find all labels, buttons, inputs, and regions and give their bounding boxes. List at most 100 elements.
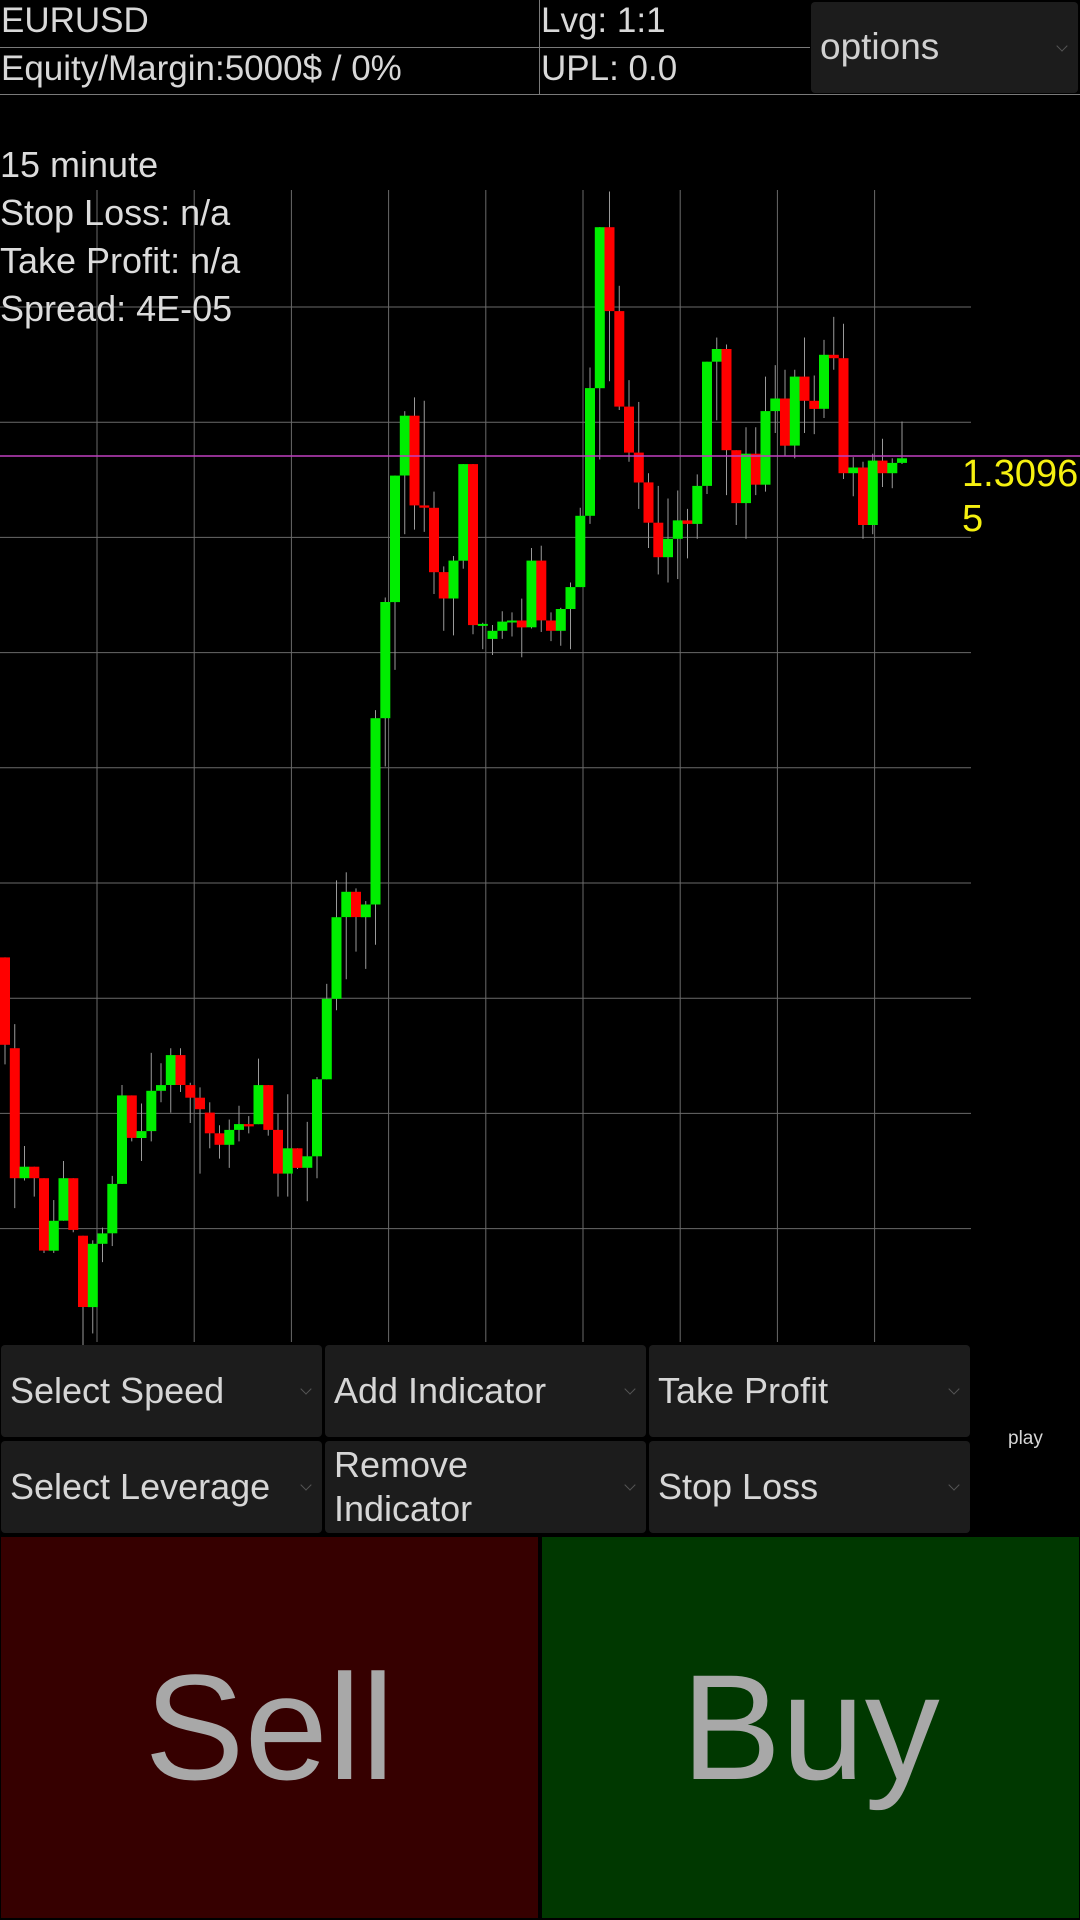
candle-bullish [97,1233,108,1244]
sell-button[interactable]: Sell [1,1537,538,1918]
candle-bullish [760,411,771,485]
candle-bearish [214,1133,225,1145]
timeframe-label: 15 minute [0,144,159,185]
candle-bearish [643,482,654,523]
candle-bullish [48,1220,59,1251]
candle-bullish [390,475,400,603]
candle-bullish [507,620,517,623]
candle-bearish [858,467,868,525]
candle-bearish [721,349,732,451]
stop-loss-info: Stop Loss: n/a [0,192,231,233]
candle-bullish [672,520,683,539]
chevron-down-icon [300,1479,312,1491]
candle-bullish [565,587,576,609]
candle-bullish [234,1124,244,1130]
candle-bearish [828,354,839,359]
candle-bullish [594,227,605,389]
chevron-down-icon [948,1383,960,1395]
take-profit-info: Take Profit: n/a [0,240,241,281]
candle-bullish [789,376,800,446]
candle-bullish [555,609,566,631]
candle-bullish [331,917,342,999]
candle-bullish [136,1131,147,1138]
candle-bullish [711,349,722,362]
candle-bullish [302,1156,313,1168]
current-price-label: 1.30965 [962,453,1079,540]
candle-bearish [731,450,742,504]
candle-bullish [107,1183,118,1234]
candle-bearish [9,1048,20,1179]
select-leverage-label: Select Leverage [10,1466,271,1507]
stop-loss-dropdown[interactable]: Stop Loss [649,1441,970,1533]
candle-bullish [575,515,586,588]
candle-bullish [58,1178,69,1221]
candle-bearish [536,560,547,621]
candle-bearish [68,1178,79,1230]
candle-bullish [19,1166,30,1179]
select-leverage-dropdown[interactable]: Select Leverage [1,1441,322,1533]
candle-bullish [399,415,410,476]
candle-bearish [419,505,430,508]
buy-button[interactable]: Buy [542,1537,1079,1918]
candle-bearish [185,1085,196,1098]
candle-bearish [468,464,478,626]
candle-bearish [292,1148,303,1168]
candle-bearish [604,227,615,312]
chevron-down-icon [624,1479,636,1491]
candle-bearish [39,1178,49,1251]
candle-bullish [458,464,469,561]
candle-bearish [614,311,625,407]
candle-bullish [282,1148,293,1174]
candle-bearish [516,620,527,628]
remove-indicator-label: Remove Indicator [334,1444,473,1529]
candle-bullish [887,462,898,474]
candle-bullish [702,361,712,486]
remove-indicator-dropdown[interactable]: Remove Indicator [325,1441,646,1533]
candle-bearish [546,620,556,631]
candle-bullish [117,1095,127,1184]
candle-bearish [243,1124,254,1127]
play-button[interactable]: play [1008,1428,1043,1450]
candle-bearish [438,572,449,599]
candle-bearish [799,376,810,401]
candle-bullish [360,904,371,918]
candle-bullish [819,354,829,409]
candle-bearish [175,1055,186,1085]
candle-bullish [487,630,498,639]
candle-bearish [78,1235,88,1307]
candle-bearish [195,1097,205,1110]
spread-info: Spread: 4E-05 [0,288,233,329]
candle-bullish [477,623,488,626]
stop-loss-label: Stop Loss [658,1466,819,1507]
candle-bearish [429,507,439,573]
candle-bullish [526,560,537,628]
candle-bullish [448,560,459,599]
candle-bearish [877,460,888,474]
candle-bullish [770,398,781,412]
candle-bearish [624,406,634,453]
chevron-down-icon [948,1479,960,1491]
add-indicator-dropdown[interactable]: Add Indicator [325,1345,646,1437]
take-profit-dropdown[interactable]: Take Profit [649,1345,970,1437]
candle-bullish [321,998,332,1080]
candle-bearish [273,1129,283,1174]
candle-bullish [692,485,703,524]
candle-bearish [780,398,790,446]
candle-bearish [682,520,693,524]
candle-bullish [848,467,859,474]
candle-bullish [867,460,878,525]
candle-bullish [370,718,381,905]
candle-bullish [380,602,391,719]
candle-bullish [165,1055,176,1085]
candle-bullish [341,891,352,918]
candle-bullish [585,388,595,516]
candle-bearish [29,1166,40,1179]
candle-bullish [312,1079,322,1157]
chevron-down-icon [300,1383,312,1395]
chevron-down-icon [624,1383,636,1395]
candle-bullish [497,621,508,631]
select-speed-dropdown[interactable]: Select Speed [1,1345,322,1437]
candle-bullish [897,458,907,463]
candle-bearish [633,452,644,483]
buy-label: Buy [681,1643,940,1811]
